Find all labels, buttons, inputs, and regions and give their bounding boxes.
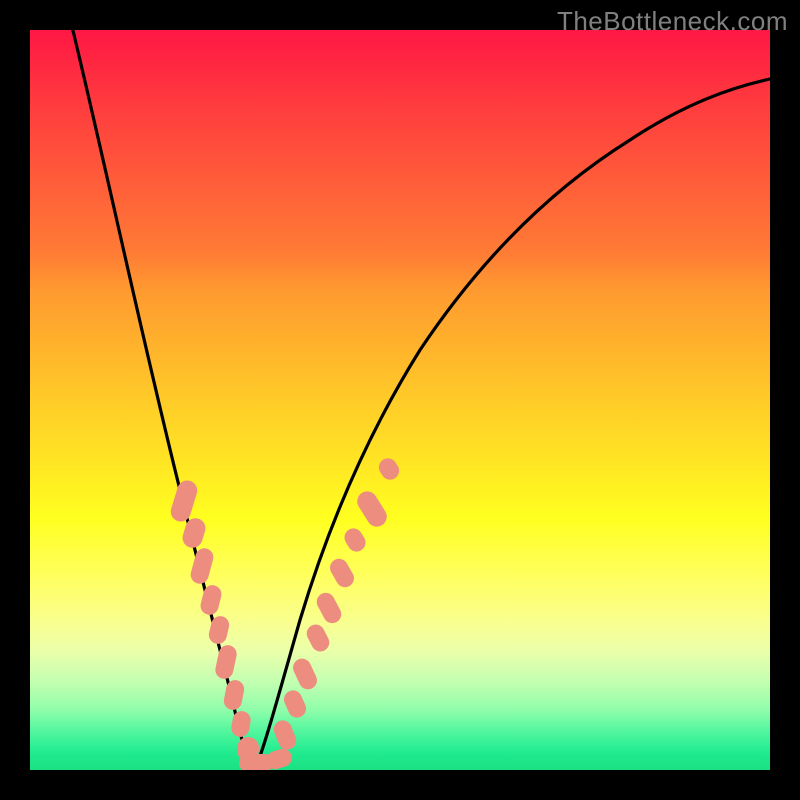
plot-area [30, 30, 770, 770]
marker-cluster-left [168, 478, 260, 762]
chart-frame: TheBottleneck.com [0, 0, 800, 800]
curve-path [68, 30, 770, 767]
marker-cluster-right [271, 455, 403, 752]
bottleneck-curve [30, 30, 770, 770]
watermark-text: TheBottleneck.com [557, 6, 788, 37]
